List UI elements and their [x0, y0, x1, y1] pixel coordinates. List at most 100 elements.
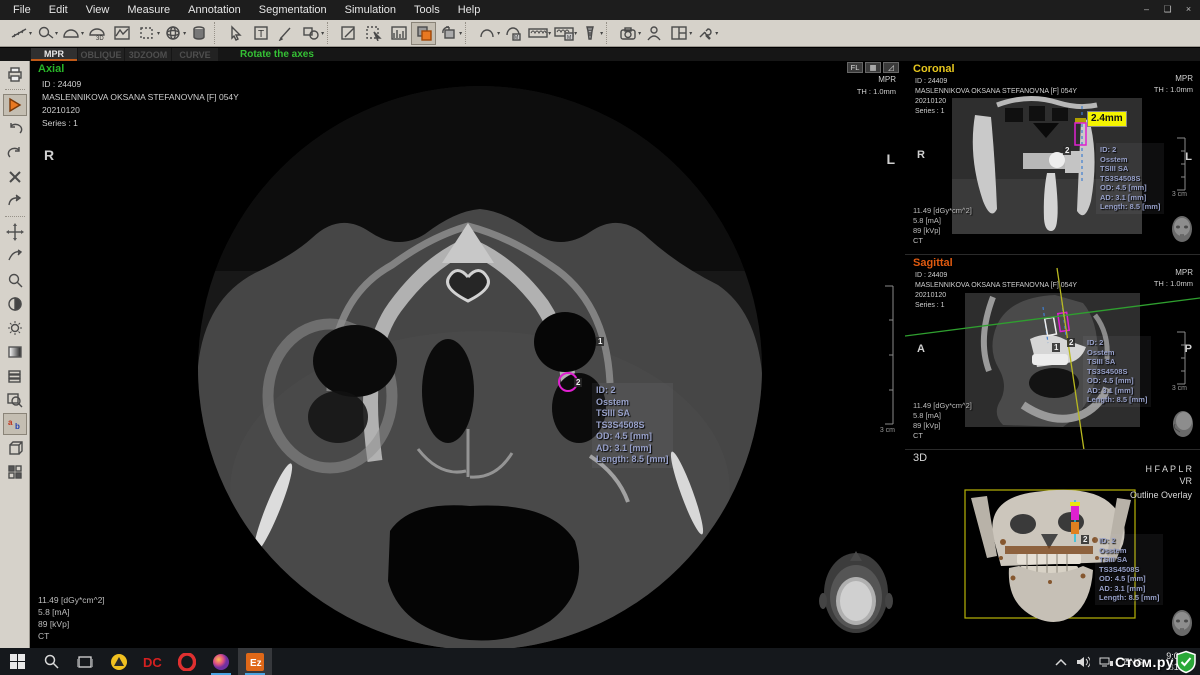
- panorama-teeth-icon[interactable]: [525, 22, 550, 45]
- status-hint: Rotate the axes: [240, 49, 314, 60]
- start-button[interactable]: [0, 648, 34, 675]
- ruler-icon[interactable]: [6, 22, 31, 45]
- tab-oblique[interactable]: OBLIQUE: [78, 48, 124, 61]
- restore-icon[interactable]: ❏: [1160, 3, 1175, 16]
- head-orientation-icon[interactable]: [818, 543, 894, 642]
- thickness-label: TH : 1.0mm: [1154, 279, 1193, 288]
- menu-segmentation[interactable]: Segmentation: [259, 4, 327, 16]
- head-orientation-icon[interactable]: [1170, 215, 1194, 250]
- memo-edit-icon[interactable]: [336, 22, 361, 45]
- orientation-left: R: [917, 149, 925, 161]
- protractor-3d-icon[interactable]: 3D: [84, 22, 109, 45]
- application-window: File Edit View Measure Annotation Segmen…: [0, 0, 1200, 675]
- mesh-sphere-icon[interactable]: [160, 22, 185, 45]
- stack-layers-icon[interactable]: [3, 365, 27, 387]
- print-icon[interactable]: [3, 63, 27, 85]
- implant-marker-2[interactable]: 2: [1067, 338, 1075, 347]
- close-icon[interactable]: ×: [1181, 3, 1196, 16]
- redo-alt-icon[interactable]: [3, 190, 27, 212]
- arch-curve-icon[interactable]: [474, 22, 499, 45]
- app-yellow-triangle-icon[interactable]: [102, 648, 136, 675]
- tab-mpr[interactable]: MPR: [31, 48, 77, 61]
- settings-wrench-icon[interactable]: [692, 22, 717, 45]
- distance-measurement-tag[interactable]: 2.4mm: [1087, 111, 1127, 127]
- mode-label: MPR: [1175, 268, 1193, 277]
- roi-rect-icon[interactable]: [134, 22, 159, 45]
- tile-layout-icon[interactable]: [3, 461, 27, 483]
- fl-button[interactable]: FL: [847, 62, 863, 73]
- rotate-view-icon[interactable]: [3, 245, 27, 267]
- magnify-region-icon[interactable]: [3, 389, 27, 411]
- text-annotation-icon[interactable]: ab: [3, 413, 27, 435]
- head-orientation-icon[interactable]: [1170, 609, 1194, 644]
- panorama-teeth-m-icon[interactable]: M: [551, 22, 576, 45]
- volume-cylinder-icon[interactable]: [186, 22, 211, 45]
- capture-camera-icon[interactable]: [615, 22, 640, 45]
- app-dc-icon[interactable]: DC: [136, 648, 170, 675]
- text-tool-icon[interactable]: T: [248, 22, 273, 45]
- tab-curve[interactable]: CURVE: [172, 48, 218, 61]
- menu-view[interactable]: View: [86, 4, 110, 16]
- thickness-label: TH : 1.0mm: [1154, 85, 1193, 94]
- head-orientation-icon[interactable]: [1170, 410, 1194, 445]
- app-opera-icon[interactable]: [170, 648, 204, 675]
- region-select-icon[interactable]: [361, 22, 386, 45]
- render-mode-label: VR: [1179, 476, 1192, 486]
- patient-person-icon[interactable]: [641, 22, 666, 45]
- protractor-icon[interactable]: [58, 22, 83, 45]
- layout-grid-icon[interactable]: [666, 22, 691, 45]
- tray-chevron-icon[interactable]: [1055, 658, 1067, 666]
- minimize-icon[interactable]: –: [1139, 3, 1154, 16]
- implant-marker-1[interactable]: 1: [1052, 343, 1060, 352]
- tab-3dzoom[interactable]: 3DZOOM: [125, 48, 171, 61]
- menu-help[interactable]: Help: [458, 4, 481, 16]
- pointer-icon[interactable]: [3, 94, 27, 116]
- implant-marker-2[interactable]: 2: [1063, 146, 1071, 155]
- coronal-view[interactable]: Coronal MPR TH : 1.0mm ID : 24409MASLENN…: [905, 61, 1200, 255]
- arch-curve-m-icon[interactable]: M: [500, 22, 525, 45]
- delete-x-icon[interactable]: [3, 166, 27, 188]
- rotate-stack-icon[interactable]: [436, 22, 461, 45]
- network-icon[interactable]: [1099, 656, 1114, 668]
- overlay-mode-label: Outline Overlay: [1130, 490, 1192, 500]
- implant-marker-2[interactable]: 2: [1081, 535, 1089, 544]
- volume-cube-icon[interactable]: [3, 437, 27, 459]
- implant-annotation: ID: 2Osstem TSIII SATS3S4508S OD: 4.5 [m…: [1096, 143, 1164, 214]
- redo-icon[interactable]: [3, 142, 27, 164]
- axial-view[interactable]: Axial FL ▦ ◿ MPR TH : 1.0mm ID : 24409 M…: [30, 61, 903, 648]
- grid-layout-icon[interactable]: ▦: [865, 62, 881, 73]
- contrast-icon[interactable]: [3, 293, 27, 315]
- profile-graph-icon[interactable]: [109, 22, 134, 45]
- zoom-icon[interactable]: [3, 269, 27, 291]
- pencil-icon[interactable]: [273, 22, 298, 45]
- draw-shapes-icon[interactable]: [298, 22, 323, 45]
- menu-edit[interactable]: Edit: [49, 4, 68, 16]
- histogram-icon[interactable]: [386, 22, 411, 45]
- sagittal-view[interactable]: Sagittal MPR TH : 1.0mm ID : 24409MASLEN…: [905, 255, 1200, 450]
- implant-marker-1[interactable]: 1: [596, 337, 604, 346]
- task-view-icon[interactable]: [68, 648, 102, 675]
- implant-tool-icon[interactable]: [577, 22, 602, 45]
- overlay-squares-icon[interactable]: [411, 22, 436, 45]
- pan-icon[interactable]: [3, 221, 27, 243]
- implant-marker-2[interactable]: 2: [574, 378, 582, 387]
- menu-tools[interactable]: Tools: [414, 4, 440, 16]
- app-ez3d-icon[interactable]: Ez: [238, 648, 272, 675]
- app-gradient-circle-icon[interactable]: [204, 648, 238, 675]
- expand-icon[interactable]: ◿: [883, 62, 899, 73]
- undo-icon[interactable]: [3, 118, 27, 140]
- window-level-icon[interactable]: [3, 341, 27, 363]
- menu-simulation[interactable]: Simulation: [345, 4, 396, 16]
- threed-view[interactable]: 3D H F A P L R VR Outline Overlay 2 ID: …: [905, 450, 1200, 648]
- svg-text:a: a: [8, 418, 13, 427]
- volume-icon[interactable]: [1076, 656, 1090, 668]
- menu-bar: File Edit View Measure Annotation Segmen…: [0, 0, 1200, 20]
- tape-measure-icon[interactable]: [32, 22, 57, 45]
- menu-annotation[interactable]: Annotation: [188, 4, 241, 16]
- brightness-icon[interactable]: [3, 317, 27, 339]
- view-tabs: MPR OBLIQUE 3DZOOM CURVE Rotate the axes: [0, 48, 1200, 61]
- search-icon[interactable]: [34, 648, 68, 675]
- menu-measure[interactable]: Measure: [127, 4, 170, 16]
- select-arrow-icon[interactable]: [223, 22, 248, 45]
- menu-file[interactable]: File: [13, 4, 31, 16]
